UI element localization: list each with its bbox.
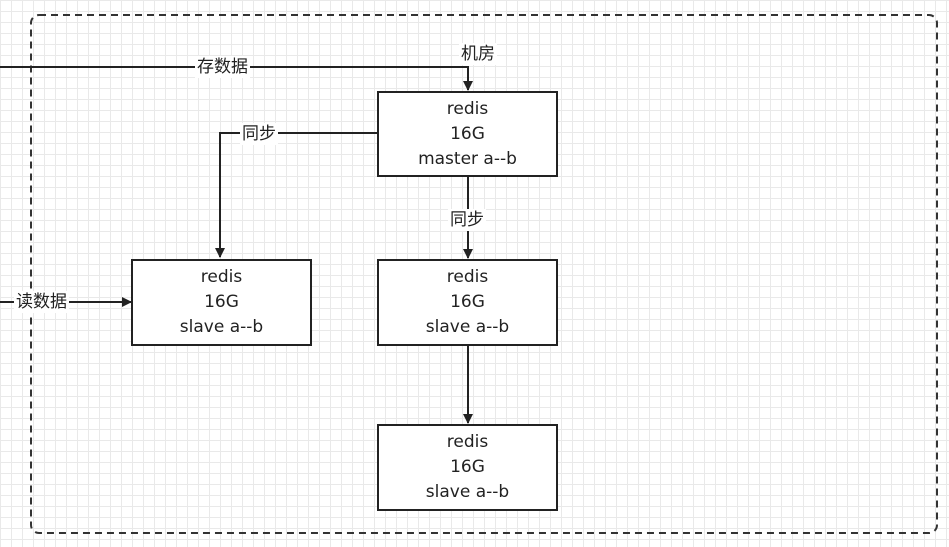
redis-slave-left-node: redis 16G slave a--b <box>131 259 312 346</box>
redis-slave-mid-node: redis 16G slave a--b <box>377 259 558 346</box>
node-role: slave a--b <box>425 482 510 502</box>
redis-slave-bottom-node: redis 16G slave a--b <box>377 424 558 511</box>
read-data-label: 读数据 <box>14 291 69 313</box>
node-memory: 16G <box>450 457 485 477</box>
sync-down-label: 同步 <box>448 209 486 231</box>
node-memory: 16G <box>450 123 485 144</box>
node-name: redis <box>446 432 489 452</box>
store-data-label: 存数据 <box>195 56 250 78</box>
node-name: redis <box>446 98 489 119</box>
node-role: slave a--b <box>425 317 510 337</box>
node-name: redis <box>446 267 489 287</box>
redis-master-node: redis 16G master a--b <box>377 91 558 177</box>
sync-left-label: 同步 <box>240 123 278 145</box>
node-role: slave a--b <box>179 317 264 337</box>
room-label: 机房 <box>459 43 497 65</box>
node-role: master a--b <box>418 148 517 169</box>
sync-left-arrow <box>215 132 379 258</box>
node-memory: 16G <box>204 292 239 312</box>
node-memory: 16G <box>450 292 485 312</box>
node-name: redis <box>200 267 243 287</box>
